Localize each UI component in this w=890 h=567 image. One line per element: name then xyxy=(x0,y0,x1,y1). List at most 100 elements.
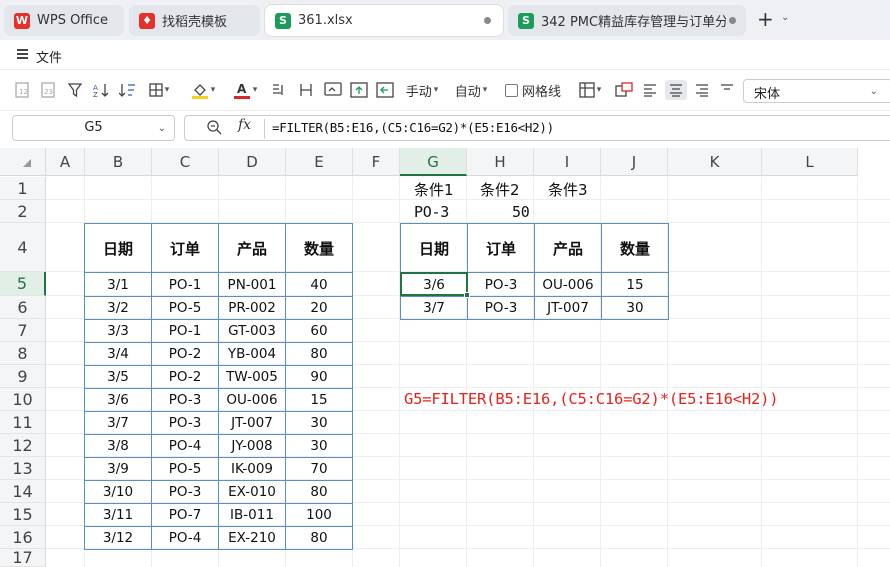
table-cell[interactable]: 60 xyxy=(285,319,353,343)
table-cell[interactable]: PO-3 xyxy=(151,388,219,412)
gridlines-checkbox[interactable]: 网格线 xyxy=(503,80,563,100)
table-cell[interactable]: PO-1 xyxy=(151,319,219,343)
table-cell[interactable]: OU-006 xyxy=(218,388,286,412)
cell-h2[interactable]: 50 xyxy=(512,203,530,221)
new-tab-plus-icon[interactable]: + xyxy=(757,9,774,29)
paste-values-icon[interactable]: 23 xyxy=(38,80,58,100)
format-brush-icon[interactable] xyxy=(269,80,289,100)
table-cell[interactable]: 100 xyxy=(285,503,353,527)
header-cell[interactable]: 订单 xyxy=(151,223,219,273)
table-cell[interactable]: PO-3 xyxy=(467,272,535,297)
font-family-select[interactable]: 宋体 ⌄ xyxy=(743,79,890,103)
select-all-corner[interactable] xyxy=(0,148,46,176)
table-cell[interactable]: 3/7 xyxy=(400,296,468,320)
fill-color-icon[interactable]: ▾ xyxy=(188,80,218,100)
table-cell[interactable]: 30 xyxy=(285,434,353,458)
header-cell[interactable]: 产品 xyxy=(218,223,286,273)
clear-format-icon[interactable] xyxy=(296,80,316,100)
align-left-icon[interactable] xyxy=(641,80,659,100)
table-cell[interactable]: PR-002 xyxy=(218,296,286,320)
table-cell[interactable]: 30 xyxy=(285,411,353,435)
column-header-h[interactable]: H xyxy=(467,148,534,176)
table-cell[interactable]: 15 xyxy=(601,272,669,297)
sort-ascending-icon[interactable]: AZ xyxy=(92,80,112,100)
table-cell[interactable]: 90 xyxy=(285,365,353,389)
table-cell[interactable]: 3/1 xyxy=(84,272,152,297)
table-cell[interactable]: GT-003 xyxy=(218,319,286,343)
table-cell[interactable]: JT-007 xyxy=(534,296,602,320)
table-cell[interactable]: 15 xyxy=(285,388,353,412)
column-header-b[interactable]: B xyxy=(85,148,152,176)
table-cell[interactable]: 70 xyxy=(285,457,353,481)
row-header-17[interactable]: 17 xyxy=(0,549,46,567)
header-cell[interactable]: 订单 xyxy=(467,223,535,273)
table-cell[interactable]: 3/9 xyxy=(84,457,152,481)
merge-cells-icon[interactable] xyxy=(614,80,634,100)
filter-icon[interactable] xyxy=(66,80,84,100)
wrap-text-icon[interactable] xyxy=(322,80,344,100)
name-box[interactable]: G5 ⌄ xyxy=(12,115,175,141)
column-header-k[interactable]: K xyxy=(668,148,762,176)
table-cell[interactable]: YB-004 xyxy=(218,342,286,366)
table-cell[interactable]: 20 xyxy=(285,296,353,320)
column-header-i[interactable]: I xyxy=(534,148,601,176)
table-cell[interactable]: PO-1 xyxy=(151,272,219,297)
row-header-9[interactable]: 9 xyxy=(0,365,46,388)
row-header-4[interactable]: 4 xyxy=(0,223,46,272)
row-header-1[interactable]: 1 xyxy=(0,177,46,200)
table-cell[interactable]: PO-3 xyxy=(151,411,219,435)
table-cell[interactable]: PN-001 xyxy=(218,272,286,297)
table-cell[interactable]: PO-3 xyxy=(151,480,219,504)
table-cell[interactable]: JY-008 xyxy=(218,434,286,458)
table-cell[interactable]: 3/11 xyxy=(84,503,152,527)
table-cell[interactable]: 3/10 xyxy=(84,480,152,504)
chevron-down-icon[interactable]: ⌄ xyxy=(870,86,878,97)
fx-icon[interactable]: fx xyxy=(238,117,251,133)
font-color-icon[interactable]: A ▾ xyxy=(229,80,261,100)
row-header-12[interactable]: 12 xyxy=(0,434,46,457)
cell-style-icon[interactable]: ▾ xyxy=(576,80,604,100)
table-cell[interactable]: 3/6 xyxy=(84,388,152,412)
row-header-7[interactable]: 7 xyxy=(0,319,46,342)
header-cell[interactable]: 数量 xyxy=(285,223,353,273)
table-cell[interactable]: 3/3 xyxy=(84,319,152,343)
zoom-icon[interactable] xyxy=(206,119,222,139)
table-cell[interactable]: 3/8 xyxy=(84,434,152,458)
column-header-a[interactable]: A xyxy=(46,148,85,176)
tab-342-pmc[interactable]: S 342 PMC精益库存管理与订单分配 xyxy=(508,5,746,36)
table-cell[interactable]: 3/12 xyxy=(84,526,152,550)
table-cell[interactable]: EX-210 xyxy=(218,526,286,550)
column-header-f[interactable]: F xyxy=(353,148,400,176)
table-cell[interactable]: PO-5 xyxy=(151,296,219,320)
table-cell[interactable]: 3/7 xyxy=(84,411,152,435)
tab-wps-office[interactable]: W WPS Office xyxy=(4,5,124,36)
fill-handle[interactable] xyxy=(464,292,470,298)
row-header-16[interactable]: 16 xyxy=(0,526,46,549)
unsaved-dot-icon[interactable] xyxy=(729,17,736,24)
tab-361-xlsx[interactable]: S 361.xlsx xyxy=(265,5,503,36)
table-cell[interactable]: PO-4 xyxy=(151,526,219,550)
table-cell[interactable]: PO-2 xyxy=(151,342,219,366)
column-header-l[interactable]: L xyxy=(762,148,858,176)
column-header-c[interactable]: C xyxy=(152,148,219,176)
align-top-icon[interactable] xyxy=(718,80,736,100)
row-header-5[interactable]: 5 xyxy=(0,272,46,296)
row-header-8[interactable]: 8 xyxy=(0,342,46,365)
table-cell[interactable]: 3/5 xyxy=(84,365,152,389)
row-header-15[interactable]: 15 xyxy=(0,503,46,526)
formula-text[interactable]: =FILTER(B5:E16,(C5:C16=G2)*(E5:E16<H2)) xyxy=(272,120,554,135)
table-cell[interactable]: PO-5 xyxy=(151,457,219,481)
insert-icon[interactable] xyxy=(348,80,370,100)
row-header-13[interactable]: 13 xyxy=(0,457,46,480)
chevron-down-icon[interactable]: ⌄ xyxy=(158,117,166,141)
manual-calc-button[interactable]: 手动 ▾ xyxy=(402,80,442,100)
row-header-6[interactable]: 6 xyxy=(0,296,46,319)
table-cell[interactable]: PO-7 xyxy=(151,503,219,527)
checkbox-icon[interactable] xyxy=(504,83,518,97)
table-cell[interactable]: IB-011 xyxy=(218,503,286,527)
align-right-icon[interactable] xyxy=(693,80,711,100)
column-header-j[interactable]: J xyxy=(601,148,668,176)
column-header-e[interactable]: E xyxy=(286,148,353,176)
header-cell[interactable]: 日期 xyxy=(84,223,152,273)
table-cell[interactable]: PO-3 xyxy=(467,296,535,320)
